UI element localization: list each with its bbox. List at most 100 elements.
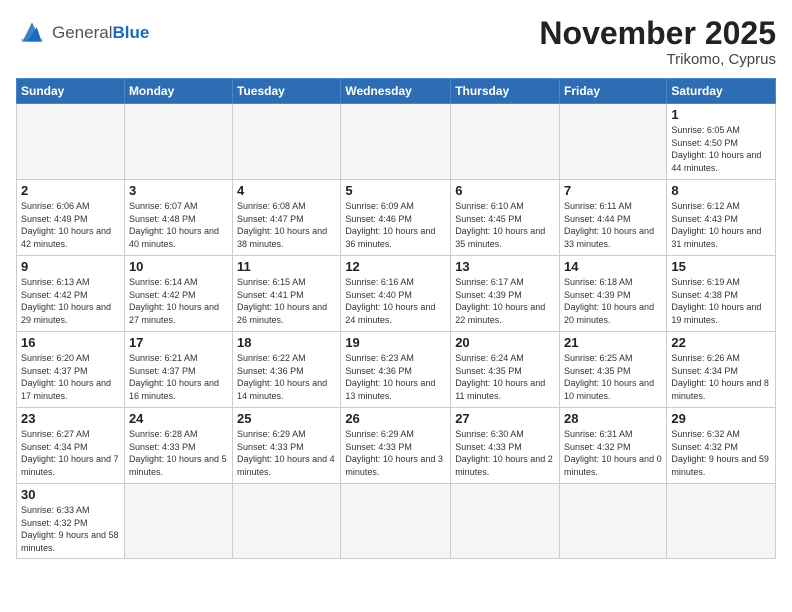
calendar-cell: 16 Sunrise: 6:20 AM Sunset: 4:37 PM Dayli…: [17, 332, 125, 408]
day-info: Sunrise: 6:31 AM Sunset: 4:32 PM Dayligh…: [564, 428, 662, 478]
day-info: Sunrise: 6:11 AM Sunset: 4:44 PM Dayligh…: [564, 200, 662, 250]
day-info: Sunrise: 6:06 AM Sunset: 4:49 PM Dayligh…: [21, 200, 120, 250]
logo: GeneralBlue: [16, 16, 149, 48]
day-number: 28: [564, 411, 662, 426]
calendar-header-monday: Monday: [124, 79, 232, 104]
calendar-cell: 22Sunrise: 6:26 AM Sunset: 4:34 PM Dayli…: [667, 332, 776, 408]
calendar-cell: 28 Sunrise: 6:31 AM Sunset: 4:32 PM Dayli…: [560, 408, 667, 484]
calendar-cell: 1 Sunrise: 6:05 AM Sunset: 4:50 PM Daylig…: [667, 104, 776, 180]
calendar-cell: 12Sunrise: 6:16 AM Sunset: 4:40 PM Dayli…: [341, 256, 451, 332]
day-number: 17: [129, 335, 228, 350]
calendar-cell: 25Sunrise: 6:29 AM Sunset: 4:33 PM Dayli…: [233, 408, 341, 484]
calendar-cell: 14 Sunrise: 6:18 AM Sunset: 4:39 PM Dayli…: [560, 256, 667, 332]
calendar-cell: 3Sunrise: 6:07 AM Sunset: 4:48 PM Daylig…: [124, 180, 232, 256]
calendar-cell: 5 Sunrise: 6:09 AM Sunset: 4:46 PM Daylig…: [341, 180, 451, 256]
day-info: Sunrise: 6:32 AM Sunset: 4:32 PM Dayligh…: [671, 428, 771, 478]
day-number: 19: [345, 335, 446, 350]
calendar-cell: 29 Sunrise: 6:32 AM Sunset: 4:32 PM Dayli…: [667, 408, 776, 484]
day-number: 22: [671, 335, 771, 350]
day-number: 1: [671, 107, 771, 122]
day-info: Sunrise: 6:19 AM Sunset: 4:38 PM Dayligh…: [671, 276, 771, 326]
calendar-cell: 8Sunrise: 6:12 AM Sunset: 4:43 PM Daylig…: [667, 180, 776, 256]
day-info: Sunrise: 6:10 AM Sunset: 4:45 PM Dayligh…: [455, 200, 555, 250]
day-number: 20: [455, 335, 555, 350]
day-info: Sunrise: 6:25 AM Sunset: 4:35 PM Dayligh…: [564, 352, 662, 402]
calendar-week-1: 2 Sunrise: 6:06 AM Sunset: 4:49 PM Daylig…: [17, 180, 776, 256]
calendar-week-5: 30 Sunrise: 6:33 AM Sunset: 4:32 PM Dayli…: [17, 484, 776, 558]
calendar-week-2: 9 Sunrise: 6:13 AM Sunset: 4:42 PM Daylig…: [17, 256, 776, 332]
day-number: 23: [21, 411, 120, 426]
day-info: Sunrise: 6:28 AM Sunset: 4:33 PM Dayligh…: [129, 428, 228, 478]
calendar-cell: [451, 484, 560, 558]
day-number: 18: [237, 335, 336, 350]
day-info: Sunrise: 6:22 AM Sunset: 4:36 PM Dayligh…: [237, 352, 336, 402]
calendar-header-wednesday: Wednesday: [341, 79, 451, 104]
calendar-cell: 15 Sunrise: 6:19 AM Sunset: 4:38 PM Dayli…: [667, 256, 776, 332]
header: GeneralBlue November 2025 Trikomo, Cypru…: [16, 16, 776, 68]
calendar-cell: [124, 484, 232, 558]
calendar-header-thursday: Thursday: [451, 79, 560, 104]
day-number: 12: [345, 259, 446, 274]
calendar-cell: 11 Sunrise: 6:15 AM Sunset: 4:41 PM Dayli…: [233, 256, 341, 332]
day-info: Sunrise: 6:12 AM Sunset: 4:43 PM Dayligh…: [671, 200, 771, 250]
day-number: 16: [21, 335, 120, 350]
calendar-header-tuesday: Tuesday: [233, 79, 341, 104]
day-number: 25: [237, 411, 336, 426]
calendar-cell: [341, 484, 451, 558]
calendar-cell: [341, 104, 451, 180]
day-number: 2: [21, 183, 120, 198]
day-number: 24: [129, 411, 228, 426]
day-info: Sunrise: 6:09 AM Sunset: 4:46 PM Dayligh…: [345, 200, 446, 250]
day-number: 26: [345, 411, 446, 426]
calendar-cell: 26 Sunrise: 6:29 AM Sunset: 4:33 PM Dayli…: [341, 408, 451, 484]
month-title: November 2025: [539, 16, 776, 51]
day-number: 15: [671, 259, 771, 274]
calendar-cell: 13Sunrise: 6:17 AM Sunset: 4:39 PM Dayli…: [451, 256, 560, 332]
day-number: 7: [564, 183, 662, 198]
day-number: 29: [671, 411, 771, 426]
calendar-cell: 17Sunrise: 6:21 AM Sunset: 4:37 PM Dayli…: [124, 332, 232, 408]
day-info: Sunrise: 6:33 AM Sunset: 4:32 PM Dayligh…: [21, 504, 120, 554]
day-number: 11: [237, 259, 336, 274]
day-info: Sunrise: 6:15 AM Sunset: 4:41 PM Dayligh…: [237, 276, 336, 326]
logo-blue: Blue: [112, 23, 149, 42]
logo-general: General: [52, 23, 112, 42]
day-number: 30: [21, 487, 120, 502]
calendar-cell: 2 Sunrise: 6:06 AM Sunset: 4:49 PM Daylig…: [17, 180, 125, 256]
calendar-week-4: 23Sunrise: 6:27 AM Sunset: 4:34 PM Dayli…: [17, 408, 776, 484]
calendar-cell: 18 Sunrise: 6:22 AM Sunset: 4:36 PM Dayli…: [233, 332, 341, 408]
day-info: Sunrise: 6:18 AM Sunset: 4:39 PM Dayligh…: [564, 276, 662, 326]
calendar-cell: [560, 104, 667, 180]
calendar-table: SundayMondayTuesdayWednesdayThursdayFrid…: [16, 78, 776, 558]
day-number: 5: [345, 183, 446, 198]
day-number: 13: [455, 259, 555, 274]
day-info: Sunrise: 6:14 AM Sunset: 4:42 PM Dayligh…: [129, 276, 228, 326]
calendar-cell: 30 Sunrise: 6:33 AM Sunset: 4:32 PM Dayli…: [17, 484, 125, 558]
day-info: Sunrise: 6:20 AM Sunset: 4:37 PM Dayligh…: [21, 352, 120, 402]
calendar-cell: [124, 104, 232, 180]
calendar-cell: 9 Sunrise: 6:13 AM Sunset: 4:42 PM Daylig…: [17, 256, 125, 332]
calendar-cell: 10Sunrise: 6:14 AM Sunset: 4:42 PM Dayli…: [124, 256, 232, 332]
day-number: 9: [21, 259, 120, 274]
location-title: Trikomo, Cyprus: [539, 51, 776, 68]
calendar-cell: 23Sunrise: 6:27 AM Sunset: 4:34 PM Dayli…: [17, 408, 125, 484]
calendar-cell: 4Sunrise: 6:08 AM Sunset: 4:47 PM Daylig…: [233, 180, 341, 256]
day-info: Sunrise: 6:08 AM Sunset: 4:47 PM Dayligh…: [237, 200, 336, 250]
day-number: 14: [564, 259, 662, 274]
calendar-header-row: SundayMondayTuesdayWednesdayThursdayFrid…: [17, 79, 776, 104]
calendar-week-3: 16 Sunrise: 6:20 AM Sunset: 4:37 PM Dayli…: [17, 332, 776, 408]
logo-text: GeneralBlue: [52, 24, 149, 41]
day-info: Sunrise: 6:05 AM Sunset: 4:50 PM Dayligh…: [671, 124, 771, 174]
calendar-cell: [560, 484, 667, 558]
day-info: Sunrise: 6:29 AM Sunset: 4:33 PM Dayligh…: [345, 428, 446, 478]
calendar-cell: [451, 104, 560, 180]
day-info: Sunrise: 6:07 AM Sunset: 4:48 PM Dayligh…: [129, 200, 228, 250]
title-block: November 2025 Trikomo, Cyprus: [539, 16, 776, 68]
day-number: 6: [455, 183, 555, 198]
day-info: Sunrise: 6:13 AM Sunset: 4:42 PM Dayligh…: [21, 276, 120, 326]
day-number: 27: [455, 411, 555, 426]
day-info: Sunrise: 6:30 AM Sunset: 4:33 PM Dayligh…: [455, 428, 555, 478]
calendar-cell: [667, 484, 776, 558]
calendar-header-friday: Friday: [560, 79, 667, 104]
calendar-week-0: 1 Sunrise: 6:05 AM Sunset: 4:50 PM Daylig…: [17, 104, 776, 180]
